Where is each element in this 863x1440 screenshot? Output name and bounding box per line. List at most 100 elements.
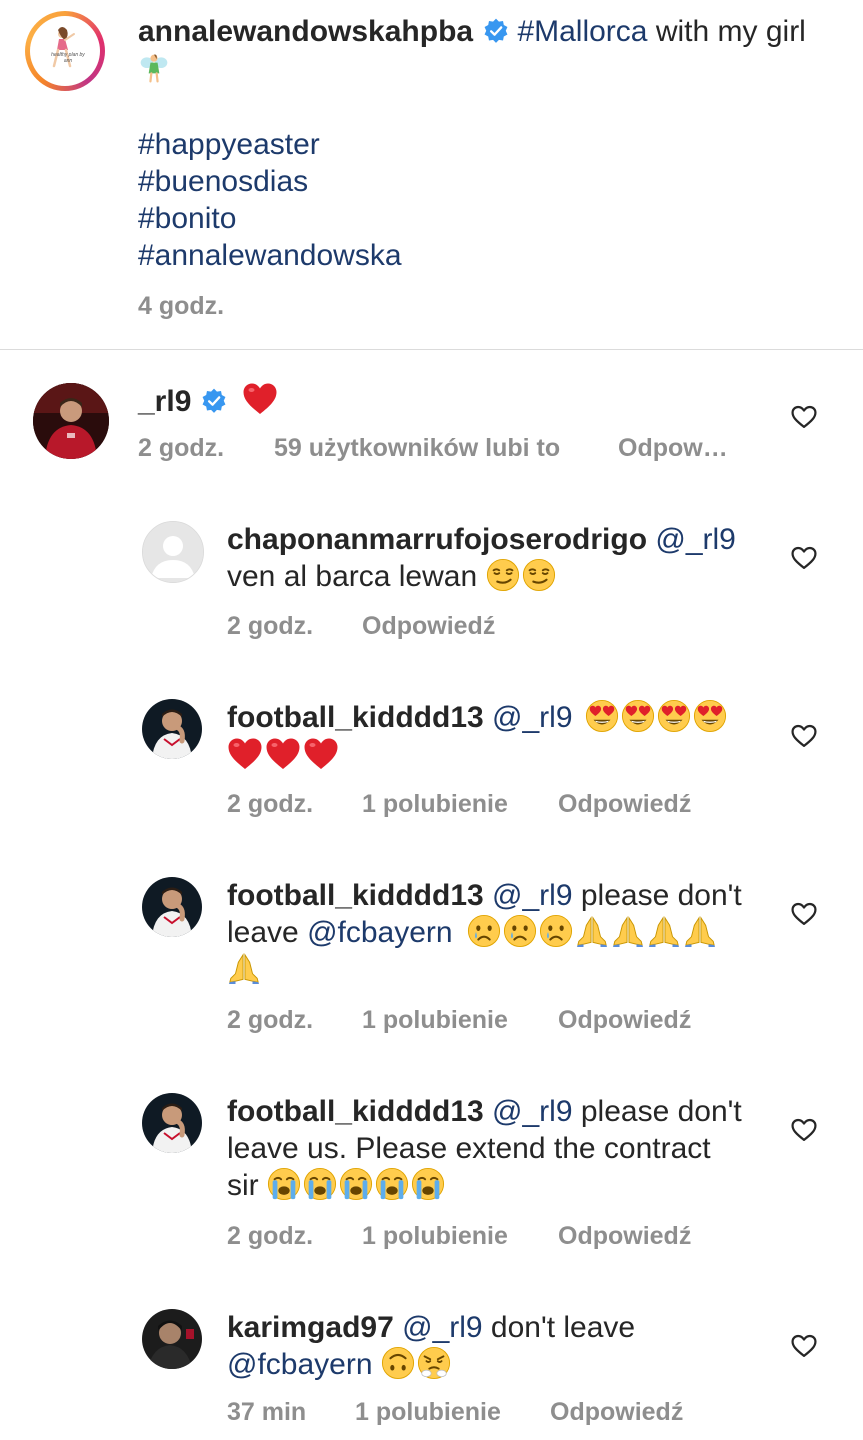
crying-emoji xyxy=(503,914,537,948)
post-author-avatar[interactable]: healthy plan by ann xyxy=(30,16,100,86)
comment-text: please don't xyxy=(572,1095,742,1128)
comment-avatar-football-kid[interactable] xyxy=(142,877,202,937)
comment-6-body: karimgad97 @_rl9 don't leave @fcbayern xyxy=(227,1309,767,1383)
avatar-photo xyxy=(142,1309,202,1369)
comment-3-body: football_kidddd13 @_rl9 xyxy=(227,699,767,775)
comment-username[interactable]: football_kidddd13 xyxy=(227,879,484,912)
smirk-emoji xyxy=(486,558,520,592)
crying-emoji xyxy=(467,914,501,948)
loudly-crying-emoji xyxy=(267,1167,301,1201)
like-heart-icon[interactable] xyxy=(790,1116,818,1144)
post-author-username[interactable]: annalewandowskahpba xyxy=(138,15,473,48)
comment-time: 2 godz. xyxy=(227,790,314,818)
comment-time: 2 godz. xyxy=(227,1006,314,1034)
comment-avatar-football-kid[interactable] xyxy=(142,1093,202,1153)
comment-2-body: chaponanmarrufojoserodrigo @_rl9 ven al … xyxy=(227,521,767,595)
avatar-photo xyxy=(142,877,202,937)
steam-from-nose-emoji xyxy=(417,1346,451,1380)
divider xyxy=(0,349,863,350)
comment-mention[interactable]: @_rl9 xyxy=(655,523,735,556)
fairy-emoji xyxy=(138,52,170,84)
comment-reply-button[interactable]: Odpowiedź xyxy=(558,790,691,819)
comment-reply-button[interactable]: Odpowiedź xyxy=(558,1006,691,1035)
comment-text: don't leave xyxy=(482,1311,636,1344)
heart-eyes-emoji xyxy=(621,699,655,733)
post-timestamp: 4 godz. xyxy=(138,292,225,320)
avatar-photo xyxy=(142,1093,202,1153)
comment-mention-fcbayern[interactable]: @fcbayern xyxy=(227,1348,373,1381)
comment-text: please don't xyxy=(572,879,742,912)
like-heart-icon[interactable] xyxy=(790,544,818,572)
like-heart-icon[interactable] xyxy=(790,403,818,431)
like-heart-icon[interactable] xyxy=(790,900,818,928)
comment-reply-button[interactable]: Odpowiedź xyxy=(558,1222,691,1251)
comment-username[interactable]: chaponanmarrufojoserodrigo xyxy=(227,523,647,556)
default-avatar-icon xyxy=(143,522,203,582)
comment-username[interactable]: _rl9 xyxy=(138,385,191,418)
comment-time: 2 godz. xyxy=(227,612,314,640)
crying-emoji xyxy=(539,914,573,948)
like-heart-icon[interactable] xyxy=(790,1332,818,1360)
hashtag-happyeaster[interactable]: #happyeaster xyxy=(138,126,402,163)
praying-hands-emoji xyxy=(647,914,681,948)
comment-likes-count[interactable]: 1 polubienie xyxy=(362,1006,508,1035)
comment-4-body: football_kidddd13 @_rl9 please don't lea… xyxy=(227,877,767,988)
comment-username[interactable]: football_kidddd13 xyxy=(227,1095,484,1128)
comment-text: sir xyxy=(227,1169,267,1202)
avatar-text: healthy plan by ann xyxy=(51,52,85,64)
like-heart-icon[interactable] xyxy=(790,722,818,750)
upside-down-face-emoji xyxy=(381,1346,415,1380)
hashtag-buenosdias[interactable]: #buenosdias xyxy=(138,163,402,200)
comment-mention[interactable]: @_rl9 xyxy=(492,1095,572,1128)
smirk-emoji xyxy=(522,558,556,592)
comment-likes-count[interactable]: 59 użytkowników lubi to xyxy=(274,434,560,463)
comment-mention[interactable]: @_rl9 xyxy=(492,701,572,734)
comment-text: ven al barca lewan xyxy=(227,560,486,593)
verified-badge-icon xyxy=(201,388,227,414)
loudly-crying-emoji xyxy=(339,1167,373,1201)
praying-hands-emoji xyxy=(575,914,609,948)
post-author-avatar-ring[interactable]: healthy plan by ann xyxy=(25,11,105,91)
hashtag-bonito[interactable]: #bonito xyxy=(138,200,402,237)
caption-hashtag-mallorca[interactable]: #Mallorca xyxy=(517,15,647,48)
avatar-photo xyxy=(142,699,202,759)
red-heart-emoji xyxy=(265,736,301,772)
comment-mention-fcbayern[interactable]: @fcbayern xyxy=(307,916,453,949)
comment-reply-button[interactable]: Odpowiedź xyxy=(550,1398,683,1427)
comment-time: 2 godz. xyxy=(227,1222,314,1250)
avatar-photo xyxy=(33,383,109,459)
praying-hands-emoji xyxy=(611,914,645,948)
comment-time: 2 godz. xyxy=(138,434,225,462)
hashtag-annalewandowska[interactable]: #annalewandowska xyxy=(138,237,402,274)
praying-hands-emoji xyxy=(683,914,717,948)
caption-text: with my girl xyxy=(647,15,806,48)
red-heart-emoji xyxy=(242,381,278,417)
comment-reply-button[interactable]: Odpowiedź xyxy=(362,612,495,641)
comment-avatar-rl9[interactable] xyxy=(33,383,109,459)
comment-reply-button[interactable]: Odpow… xyxy=(618,434,728,463)
comment-avatar-default[interactable] xyxy=(142,521,204,583)
comment-text: leave us. Please extend the contract xyxy=(227,1132,711,1165)
comment-username[interactable]: karimgad97 xyxy=(227,1311,394,1344)
comment-avatar-karimgad97[interactable] xyxy=(142,1309,202,1369)
comment-time: 37 min xyxy=(227,1398,307,1426)
praying-hands-emoji xyxy=(227,951,261,985)
comment-text: leave xyxy=(227,916,308,949)
comment-likes-count[interactable]: 1 polubienie xyxy=(362,1222,508,1251)
red-heart-emoji xyxy=(227,736,263,772)
comment-1-body: _rl9 xyxy=(138,381,280,420)
heart-eyes-emoji xyxy=(585,699,619,733)
verified-badge-icon xyxy=(483,18,509,44)
comment-username[interactable]: football_kidddd13 xyxy=(227,701,484,734)
comment-avatar-football-kid[interactable] xyxy=(142,699,202,759)
hashtag-list: #happyeaster #buenosdias #bonito #annale… xyxy=(138,126,402,274)
comment-likes-count[interactable]: 1 polubienie xyxy=(362,790,508,819)
heart-eyes-emoji xyxy=(657,699,691,733)
red-heart-emoji xyxy=(303,736,339,772)
loudly-crying-emoji xyxy=(303,1167,337,1201)
loudly-crying-emoji xyxy=(375,1167,409,1201)
comment-mention[interactable]: @_rl9 xyxy=(402,1311,482,1344)
loudly-crying-emoji xyxy=(411,1167,445,1201)
comment-mention[interactable]: @_rl9 xyxy=(492,879,572,912)
comment-likes-count[interactable]: 1 polubienie xyxy=(355,1398,501,1427)
